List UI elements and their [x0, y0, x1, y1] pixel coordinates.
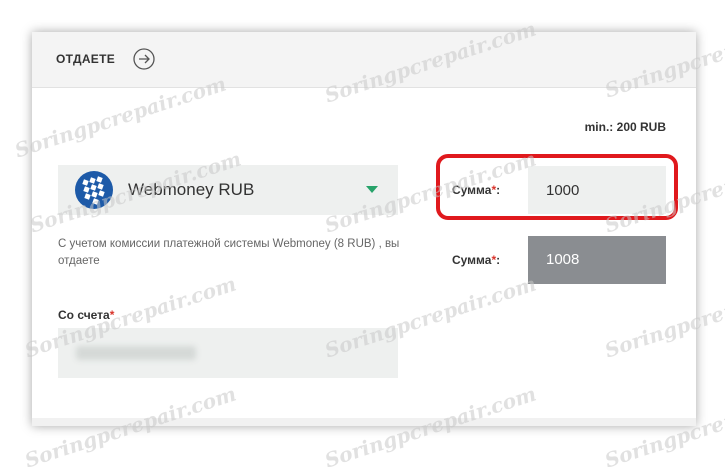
panel-content: min.: 200 RUB Webmoney RUB С учетом коми… [32, 88, 696, 418]
required-mark: * [491, 253, 497, 267]
total-amount-display: 1008 [528, 236, 666, 284]
account-label: Со счета* [58, 308, 115, 322]
total-label: Сумма*: [452, 253, 501, 267]
required-mark: * [109, 308, 115, 322]
exchange-panel: ОТДАЕТЕ min.: 200 RUB Webmoney RUB С уче… [32, 32, 696, 426]
commission-note: С учетом комиссии платежной системы Webm… [58, 238, 400, 267]
account-field[interactable] [58, 328, 398, 378]
amount-input[interactable] [528, 166, 666, 214]
amount-label: Сумма*: [452, 183, 501, 197]
payment-method-label: Webmoney RUB [128, 180, 255, 199]
blurred-account-number [76, 346, 196, 360]
panel-title: ОТДАЕТЕ [56, 52, 116, 66]
arrow-right-icon[interactable] [133, 48, 155, 70]
webmoney-logo-icon [75, 171, 113, 209]
caret-down-icon [366, 186, 378, 193]
min-limit-text: min.: 200 RUB [584, 120, 666, 134]
required-mark: * [491, 183, 497, 197]
payment-method-select[interactable]: Webmoney RUB [58, 165, 398, 215]
panel-header: ОТДАЕТЕ [32, 32, 696, 88]
